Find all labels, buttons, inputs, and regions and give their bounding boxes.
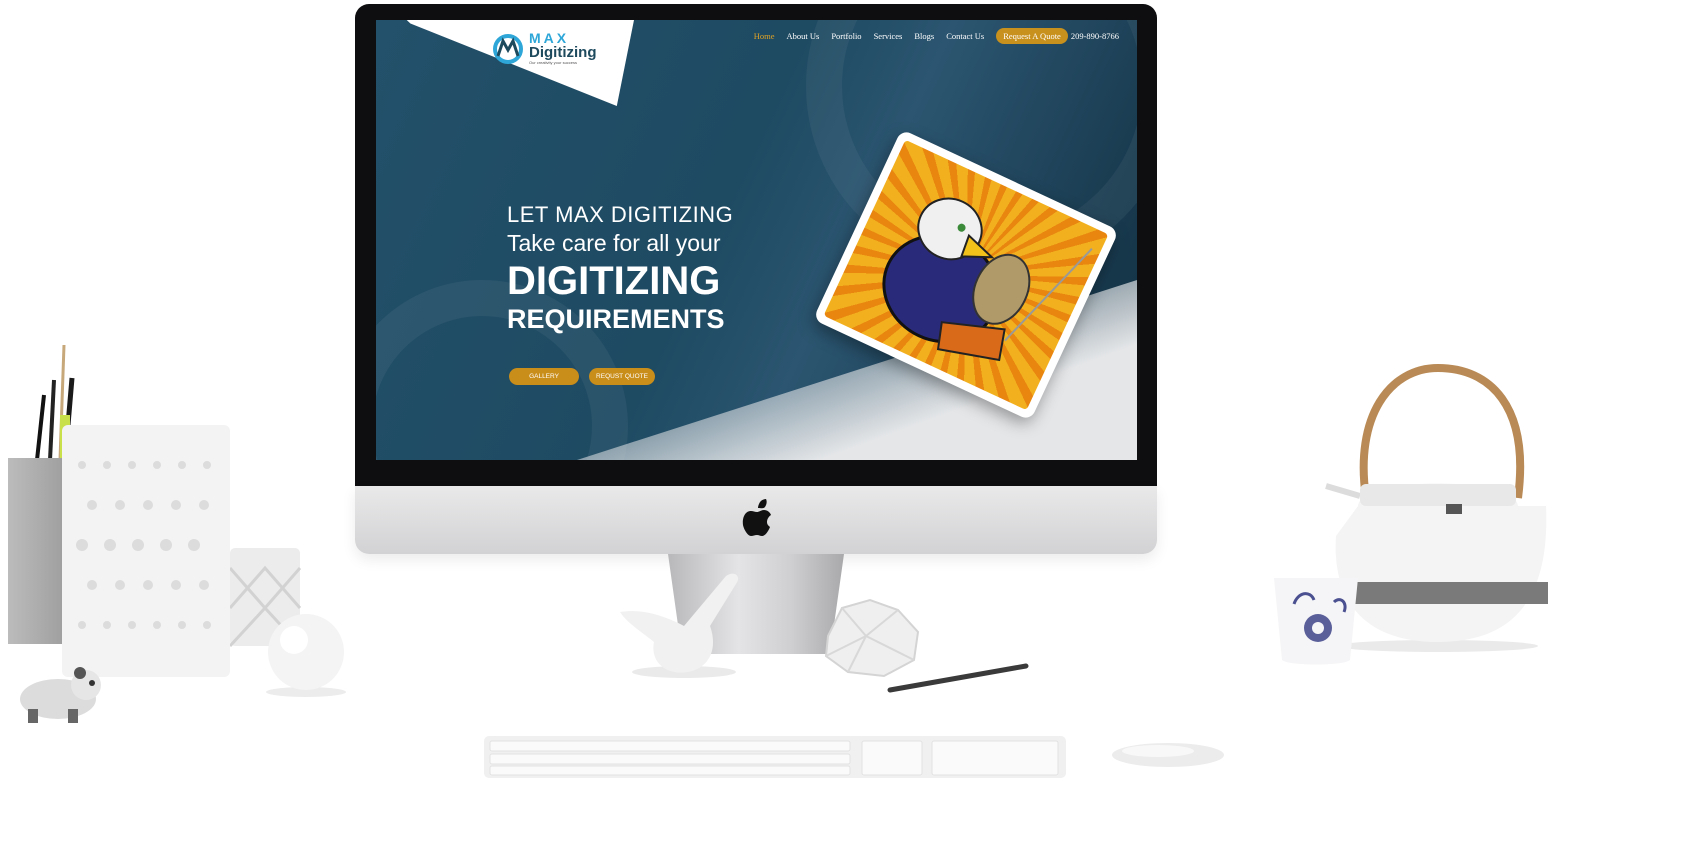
hero-line-1: LET MAX DIGITIZING	[507, 202, 734, 227]
gallery-button[interactable]: GALLERY	[509, 368, 579, 385]
logo-tagline: Our creativity your success	[529, 60, 578, 65]
nav-portfolio[interactable]: Portfolio	[831, 31, 861, 41]
request-quote-button[interactable]: Request A Quote	[996, 28, 1068, 44]
pencil	[887, 663, 1029, 693]
hero-line-4: REQUIREMENTS	[507, 304, 725, 334]
logo-wordmark-bottom: Digitizing	[529, 44, 597, 61]
phone-number[interactable]: 209-890-8766	[1071, 31, 1119, 41]
nav-services[interactable]: Services	[874, 31, 903, 41]
hero-headline: LET MAX DIGITIZING Take care for all you…	[507, 202, 733, 335]
nav-about-us[interactable]: About Us	[787, 31, 820, 41]
nav-contact-us[interactable]: Contact Us	[946, 31, 984, 41]
logo-wordmark-top: MAX	[529, 30, 570, 46]
magic-mouse	[1112, 743, 1224, 767]
keyboard	[484, 736, 1066, 778]
bird-figurine	[620, 573, 739, 678]
main-nav: Home About Us Portfolio Services Blogs C…	[754, 28, 1119, 44]
hero-line-2: Take care for all your	[507, 230, 721, 256]
nav-home[interactable]: Home	[754, 31, 775, 41]
apple-logo-icon	[742, 499, 771, 536]
max-logo-icon	[493, 34, 523, 64]
perforated-vase	[62, 425, 230, 677]
hero-line-3: DIGITIZING	[507, 259, 721, 303]
site-logo[interactable]: MAX Digitizing Our creativity your succe…	[492, 31, 597, 65]
desk-scene: MAX Digitizing Our creativity your succe…	[0, 0, 1683, 841]
decorated-cup	[1274, 578, 1358, 665]
panda-figurine	[20, 667, 101, 723]
website-screen: MAX Digitizing Our creativity your succe…	[376, 20, 1137, 460]
request-quote-hero-button[interactable]: REQUST QUOTE	[589, 368, 655, 385]
white-sphere	[266, 614, 346, 697]
nav-blogs[interactable]: Blogs	[914, 31, 934, 41]
